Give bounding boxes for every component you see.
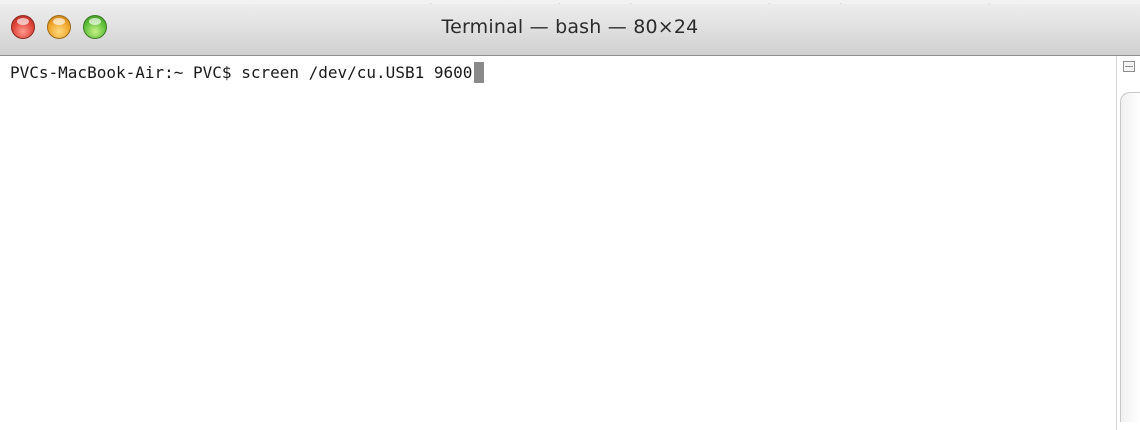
shell-prompt: PVCs-MacBook-Air:~ PVC$ (10, 63, 242, 82)
scrollbar-track[interactable] (1120, 92, 1140, 422)
vertical-scrollbar[interactable] (1116, 56, 1140, 430)
command-line[interactable]: PVCs-MacBook-Air:~ PVC$ screen /dev/cu.U… (10, 61, 485, 85)
text-cursor (474, 62, 485, 83)
terminal-window: Terminal — bash — 80×24 PVCs-MacBook-Air… (0, 0, 1140, 430)
terminal-content[interactable]: PVCs-MacBook-Air:~ PVC$ screen /dev/cu.U… (0, 56, 1116, 430)
split-pane-icon[interactable] (1123, 61, 1135, 72)
window-title: Terminal — bash — 80×24 (441, 16, 699, 38)
title-bar[interactable]: Terminal — bash — 80×24 (0, 4, 1140, 56)
typed-command: screen /dev/cu.USB1 9600 (241, 63, 473, 82)
